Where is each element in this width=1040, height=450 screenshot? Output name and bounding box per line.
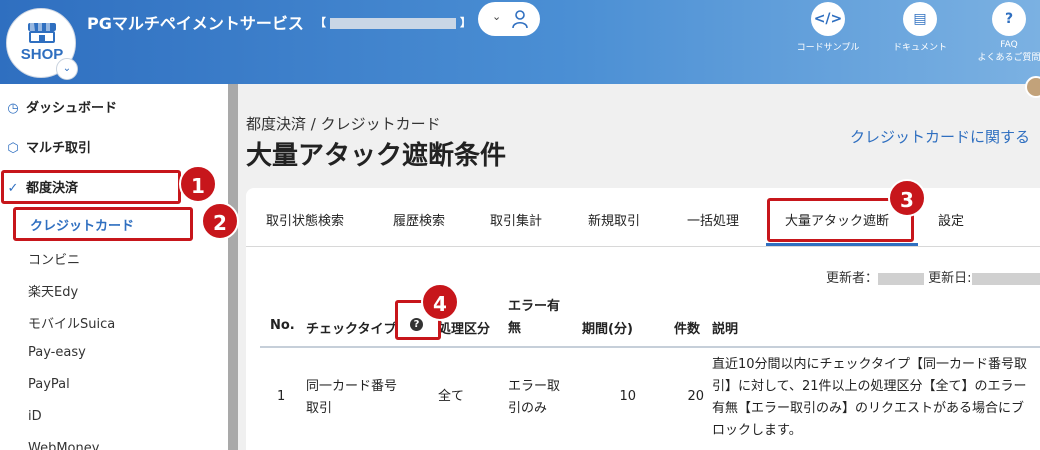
col-header-check-type: チェックタイプ <box>306 322 397 337</box>
updated-by-label: 更新者： <box>826 271 879 286</box>
cell-period: 10 <box>619 389 636 404</box>
col-header-description: 説明 <box>712 322 739 337</box>
sidebar-subitem-mobile-suica[interactable]: モバイルSuica <box>28 313 115 332</box>
code-sample-button[interactable]: </> コードサンプル <box>788 2 868 53</box>
sidebar-item-label: マルチ取引 <box>26 141 92 156</box>
active-tab-indicator <box>766 243 918 246</box>
tabs-divider <box>246 246 1040 247</box>
page-title: 大量アタック遮断条件 <box>246 141 507 171</box>
documents-button[interactable]: ▤ ドキュメント <box>880 2 960 53</box>
table-header-divider <box>260 346 1040 348</box>
updated-by-masked <box>878 272 925 285</box>
sidebar-subitem-paypal[interactable]: PayPal <box>28 377 70 392</box>
col-header-count: 件数 <box>674 322 701 337</box>
sidebar-subitem-pay-easy[interactable]: Pay-easy <box>28 345 86 360</box>
cube-icon: ⬡ <box>7 141 19 156</box>
app-header: SHOP ⌄ PGマルチペイメントサービス 【】 ⌄ </> コードサンプル ▤… <box>0 0 1040 84</box>
code-sample-label: コードサンプル <box>796 43 860 53</box>
updated-at-label: 更新日: <box>928 271 972 286</box>
col-header-process-type: 処理区分 <box>438 322 491 337</box>
sidebar-item-label: ダッシュボード <box>26 101 118 116</box>
sidebar-item-dashboard[interactable]: ◷ ダッシュボード <box>6 97 117 116</box>
tab-status-search[interactable]: 取引状態検索 <box>266 210 344 229</box>
sidebar-item-multi[interactable]: ⬡ マルチ取引 <box>6 137 91 156</box>
tab-new-transaction[interactable]: 新規取引 <box>588 210 640 229</box>
question-icon: ? <box>992 2 1026 36</box>
chevron-down-icon: ⌄ <box>492 10 502 23</box>
clock-icon: ◷ <box>7 101 19 116</box>
scrollbar-thumb[interactable] <box>228 84 238 450</box>
sidebar-subitem-rakuten-edy[interactable]: 楽天Edy <box>28 281 78 300</box>
cell-count: 20 <box>687 389 704 404</box>
shop-id-open: 【 <box>315 16 326 29</box>
tab-history-search[interactable]: 履歴検索 <box>393 210 445 229</box>
chevron-down-icon[interactable]: ⌄ <box>56 58 78 80</box>
col-header-no: No. <box>270 318 295 333</box>
avatar[interactable] <box>1025 76 1040 98</box>
user-icon <box>512 10 528 29</box>
cell-process-type: 全て <box>438 389 465 404</box>
breadcrumb: 都度決済 / クレジットカード <box>246 115 441 133</box>
code-icon: </> <box>811 2 845 36</box>
shop-id-close: 】 <box>460 16 471 29</box>
cell-check-type: 同一カード番号取引 <box>306 379 398 416</box>
highlight-single-payment <box>1 170 181 204</box>
sidebar-subitem-id[interactable]: iD <box>28 409 42 424</box>
faq-sub-label: よくあるご質問 <box>977 53 1040 63</box>
shop-icon <box>28 23 56 43</box>
cell-description: 直近10分間以内にチェックタイプ【同一カード番号取引】に対して、21件以上の処理… <box>712 357 1028 438</box>
sidebar-subitem-webmoney[interactable]: WebMoney <box>28 441 99 450</box>
brand-name: PGマルチペイメントサービス <box>87 14 304 33</box>
col-header-period: 期間(分) <box>582 322 633 337</box>
annotation-badge-2: 2 <box>201 202 239 240</box>
annotation-badge-4: 4 <box>421 283 459 321</box>
faq-label: FAQ <box>1000 40 1018 50</box>
credit-card-info-link[interactable]: クレジットカードに関する <box>850 126 1030 147</box>
update-info: 更新者： 更新日: <box>826 267 1040 286</box>
col-header-error: エラー有無 <box>508 299 561 336</box>
annotation-badge-1: 1 <box>179 165 217 203</box>
cell-no: 1 <box>277 389 286 404</box>
user-menu-button[interactable]: ⌄ <box>478 2 540 36</box>
annotation-badge-3: 3 <box>888 179 926 217</box>
faq-button[interactable]: ? FAQ よくあるご質問 <box>970 2 1040 63</box>
tab-batch[interactable]: 一括処理 <box>687 210 739 229</box>
book-icon: ▤ <box>903 2 937 36</box>
documents-label: ドキュメント <box>892 43 947 53</box>
updated-at-masked <box>971 272 1040 285</box>
tab-aggregate[interactable]: 取引集計 <box>490 210 542 229</box>
cell-error: エラー取引のみ <box>508 379 561 416</box>
tab-settings[interactable]: 設定 <box>938 210 964 229</box>
shop-id-masked <box>330 17 456 29</box>
sidebar-scrollbar[interactable] <box>228 84 238 450</box>
highlight-credit-card <box>13 207 193 241</box>
sidebar-subitem-convenience[interactable]: コンビニ <box>28 249 80 268</box>
shop-id: 【】 <box>315 14 471 30</box>
